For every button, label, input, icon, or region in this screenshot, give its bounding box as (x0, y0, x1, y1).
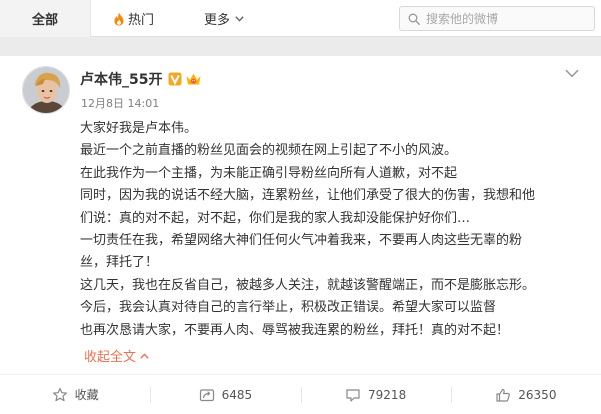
post-body: 大家好我是卢本伟。 最近一个之前直播的粉丝见面会的视频在网上引起了不小的风波。 … (80, 118, 595, 342)
vip-crown-icon[interactable] (185, 72, 202, 87)
top-nav-bar: 全部 热门 更多 (0, 0, 601, 37)
favorite-button[interactable]: 收藏 (0, 375, 150, 414)
post-line: 今后，我会认真对待自己的言行举止，积极改正错误。希望大家可以监督 (80, 300, 497, 316)
star-icon (52, 387, 67, 401)
post-line: 一切责任在我，希望网络大神们任何火气冲着我来，不要再人肉这些无辜的粉 (80, 232, 523, 248)
post-line: 也再次恳请大家，不要再人肉、辱骂被我连累的粉丝，拜托！真的对不起！ (80, 322, 510, 338)
post-line: 这几天，我也在反省自己，被越多人关注，就越该警醒端正，而不是膨胀忘形。 (80, 277, 536, 293)
repost-button[interactable]: 6485 (150, 375, 300, 414)
weibo-post-card: 卢本伟_55开 12月8日 14:01 大家好我是卢本伟。 最近一个之前直播的粉… (0, 56, 601, 414)
post-line: 在此我作为一个主播，为未能正确引导粉丝向所有人道歉，对不起 (80, 165, 458, 181)
search-box (399, 6, 595, 31)
like-button[interactable]: 26350 (450, 375, 601, 414)
like-count: 26350 (518, 387, 557, 402)
avatar[interactable] (22, 66, 70, 114)
post-line: 们说：真的对不起，对不起，你们是我的家人我却没能保护好你们… (80, 210, 471, 226)
comment-count: 79218 (368, 387, 407, 402)
chevron-up-icon (140, 352, 149, 359)
tab-all-label: 全部 (31, 13, 58, 28)
search-input[interactable] (426, 10, 586, 27)
tab-hot[interactable]: 热门 (113, 0, 154, 37)
post-menu-chevron-icon[interactable] (565, 69, 579, 78)
post-line: 同时，因为我的说话不经大脑，连累粉丝，让他们承受了很大的伤害，我想和他 (80, 188, 536, 204)
tab-hot-label: 热门 (128, 13, 155, 28)
post-line: 大家好我是卢本伟。 (80, 121, 198, 136)
author-name[interactable]: 卢本伟_55开 (80, 69, 162, 89)
post-timestamp[interactable]: 12月8日 14:01 (81, 95, 159, 111)
tab-more-dropdown[interactable]: 更多 (204, 0, 244, 37)
favorite-label: 收藏 (74, 388, 99, 402)
author-row: 卢本伟_55开 (80, 69, 202, 89)
comment-button[interactable]: 79218 (300, 375, 451, 414)
repost-count: 6485 (221, 387, 253, 402)
post-line: 丝，拜托了！ (80, 255, 159, 271)
tab-more-label: 更多 (204, 13, 231, 28)
verified-badge-icon[interactable] (168, 72, 182, 86)
chevron-down-icon (235, 15, 244, 22)
post-action-bar: 收藏 6485 79218 26350 (0, 374, 601, 414)
collapse-label: 收起全文 (84, 350, 137, 365)
post-line: 最近一个之前直播的粉丝见面会的视频在网上引起了不小的风波。 (80, 143, 458, 159)
search-icon[interactable] (408, 13, 420, 25)
comment-icon (346, 388, 360, 402)
collapse-full-text-link[interactable]: 收起全文 (84, 346, 149, 365)
repost-icon (199, 388, 214, 401)
tab-all[interactable]: 全部 (0, 0, 91, 37)
flame-icon (114, 12, 124, 25)
thumbs-up-icon (496, 388, 511, 402)
